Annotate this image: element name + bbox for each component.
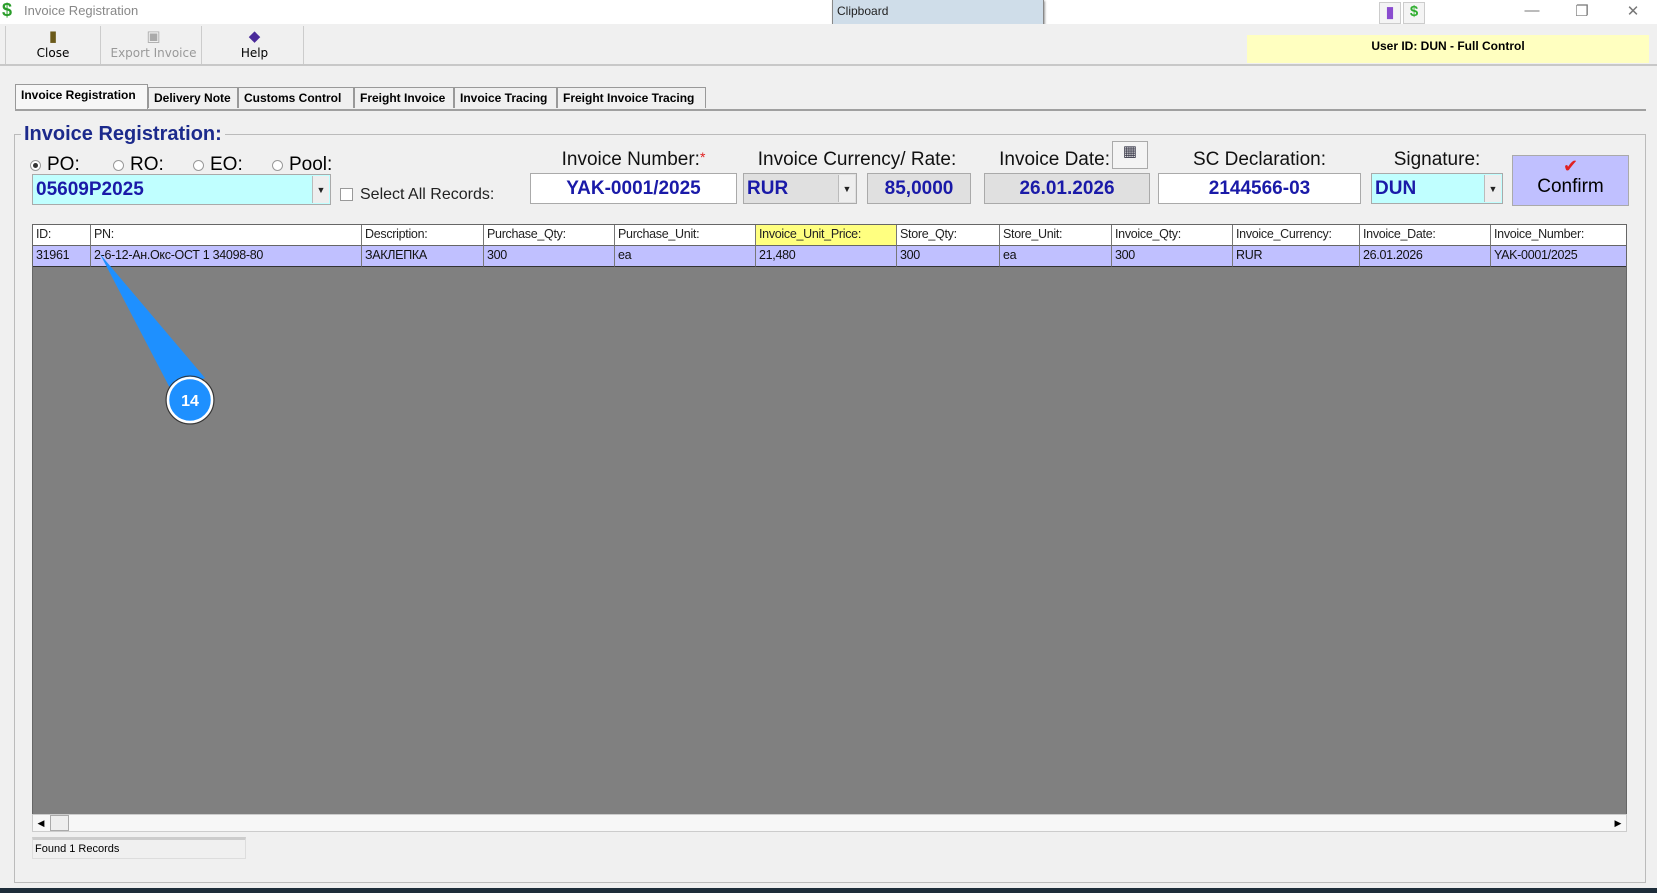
taskbar-edge [0, 888, 1657, 893]
callout-number: 14 [181, 393, 199, 410]
callout-pointer [100, 254, 205, 392]
callout-annotation: 14 [100, 254, 215, 425]
